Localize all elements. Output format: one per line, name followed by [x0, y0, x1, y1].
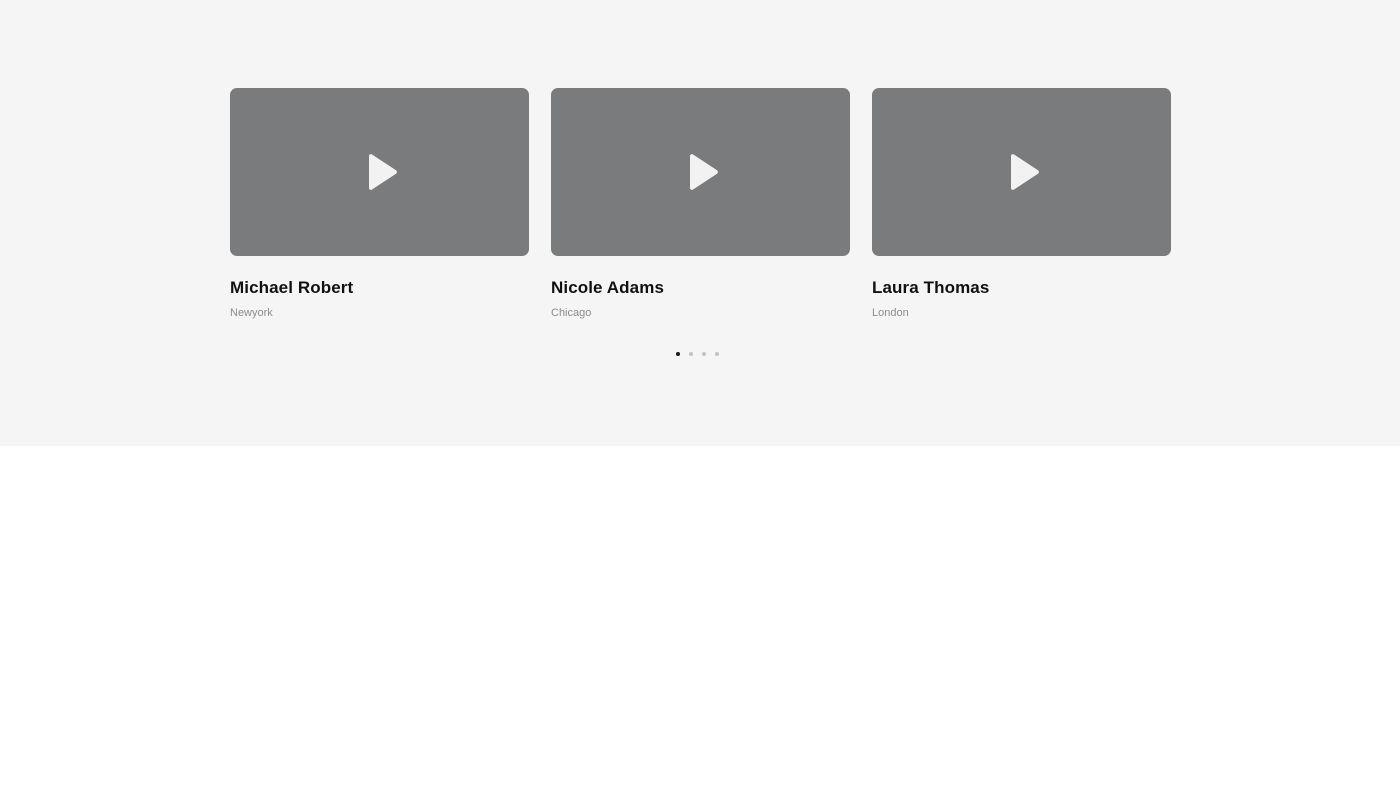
pagination-dot-2[interactable]: [689, 352, 693, 356]
testimonial-name: Laura Thomas: [872, 278, 990, 297]
play-icon[interactable]: [365, 153, 399, 191]
testimonial-card: Laura Thomas London: [872, 88, 1171, 320]
testimonial-name: Nicole Adams: [551, 278, 664, 297]
play-icon[interactable]: [1007, 153, 1041, 191]
video-thumbnail[interactable]: [551, 88, 850, 256]
testimonial-city: Newyork: [230, 307, 273, 319]
testimonial-city: London: [872, 307, 909, 319]
testimonial-card: Nicole Adams Chicago: [551, 88, 850, 320]
pagination-dot-4[interactable]: [715, 352, 719, 356]
pagination-dot-3[interactable]: [702, 352, 706, 356]
testimonial-name: Michael Robert: [230, 278, 354, 297]
video-thumbnail[interactable]: [872, 88, 1171, 256]
pagination-dot-1[interactable]: [676, 352, 680, 356]
video-testimonials-section: Michael Robert Newyork Nicole Adams Chic…: [0, 0, 1400, 446]
video-thumbnail[interactable]: [230, 88, 529, 256]
carousel-pagination: [676, 352, 719, 356]
play-icon[interactable]: [686, 153, 720, 191]
testimonial-card: Michael Robert Newyork: [230, 88, 529, 320]
testimonial-city: Chicago: [551, 307, 592, 319]
testimonial-carousel: Michael Robert Newyork Nicole Adams Chic…: [230, 88, 1171, 320]
